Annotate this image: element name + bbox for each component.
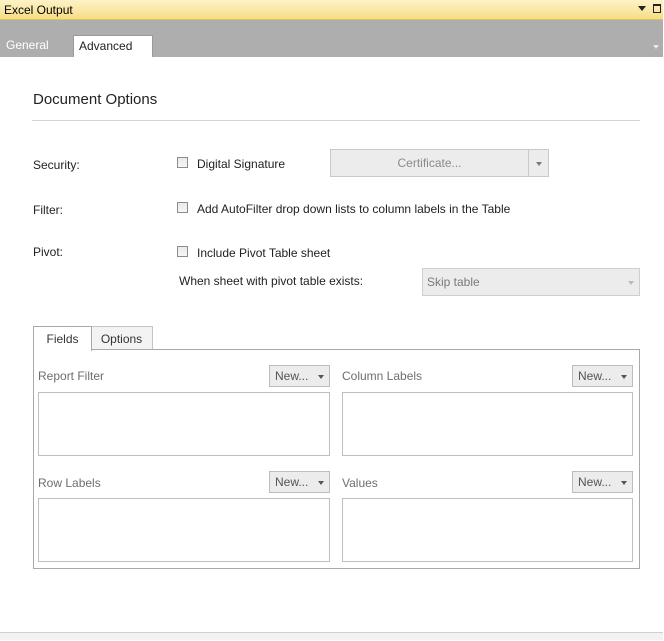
maximize-icon[interactable] xyxy=(653,4,661,13)
report-filter-new-label: New... xyxy=(275,369,309,383)
tab-overflow-icon[interactable] xyxy=(653,45,659,49)
advanced-content: Document Options Security: Digital Signa… xyxy=(0,58,663,640)
include-pivot-label[interactable]: Include Pivot Table sheet xyxy=(197,246,330,260)
column-labels-list[interactable] xyxy=(342,392,633,456)
panel-title: Excel Output xyxy=(4,3,73,17)
pivot-exists-select[interactable]: Skip table xyxy=(422,268,640,296)
digital-signature-checkbox[interactable] xyxy=(177,157,188,168)
column-labels-new-button[interactable]: New... xyxy=(572,365,633,387)
autofilter-label[interactable]: Add AutoFilter drop down lists to column… xyxy=(197,202,510,216)
row-labels-new-button[interactable]: New... xyxy=(269,471,330,493)
filter-label: Filter: xyxy=(33,203,63,217)
security-label: Security: xyxy=(33,158,80,172)
row-labels-list[interactable] xyxy=(38,498,330,562)
tab-advanced[interactable]: Advanced xyxy=(73,35,153,57)
dropdown-arrow-icon xyxy=(318,481,324,485)
column-labels-label: Column Labels xyxy=(342,369,423,383)
report-filter-label: Report Filter xyxy=(38,369,105,383)
tab-fields[interactable]: Fields xyxy=(33,326,92,351)
heading-divider xyxy=(32,120,640,121)
tab-strip: General Advanced xyxy=(0,20,663,58)
certificate-dropdown-button[interactable] xyxy=(528,149,549,177)
report-filter-list[interactable] xyxy=(38,392,330,456)
dropdown-arrow-icon xyxy=(621,375,627,379)
pivot-fields-panel: Report Filter New... Column Labels New..… xyxy=(33,349,640,569)
column-labels-new-label: New... xyxy=(578,369,612,383)
panel-titlebar: Excel Output xyxy=(0,0,663,20)
dropdown-arrow-icon xyxy=(621,481,627,485)
dropdown-arrow-icon xyxy=(318,375,324,379)
values-new-button[interactable]: New... xyxy=(572,471,633,493)
autofilter-checkbox[interactable] xyxy=(177,202,188,213)
row-labels-label: Row Labels xyxy=(38,476,101,490)
certificate-button[interactable]: Certificate... xyxy=(330,149,529,177)
bottom-edge xyxy=(0,632,663,640)
section-heading: Document Options xyxy=(33,91,158,108)
pivot-exists-value: Skip table xyxy=(427,275,480,289)
excel-output-panel: Excel Output General Advanced Document O… xyxy=(0,0,663,640)
dropdown-arrow-icon xyxy=(628,281,634,285)
digital-signature-label[interactable]: Digital Signature xyxy=(197,157,285,171)
row-labels-new-label: New... xyxy=(275,475,309,489)
values-new-label: New... xyxy=(578,475,612,489)
pivot-label: Pivot: xyxy=(33,245,64,259)
tab-general[interactable]: General xyxy=(1,35,54,57)
dropdown-arrow-icon xyxy=(536,162,542,166)
pivot-exists-label: When sheet with pivot table exists: xyxy=(179,274,364,288)
values-label: Values xyxy=(342,476,378,490)
chevron-down-icon[interactable] xyxy=(638,6,646,11)
include-pivot-checkbox[interactable] xyxy=(177,246,188,257)
report-filter-new-button[interactable]: New... xyxy=(269,365,330,387)
values-list[interactable] xyxy=(342,498,633,562)
tab-options[interactable]: Options xyxy=(91,326,153,350)
